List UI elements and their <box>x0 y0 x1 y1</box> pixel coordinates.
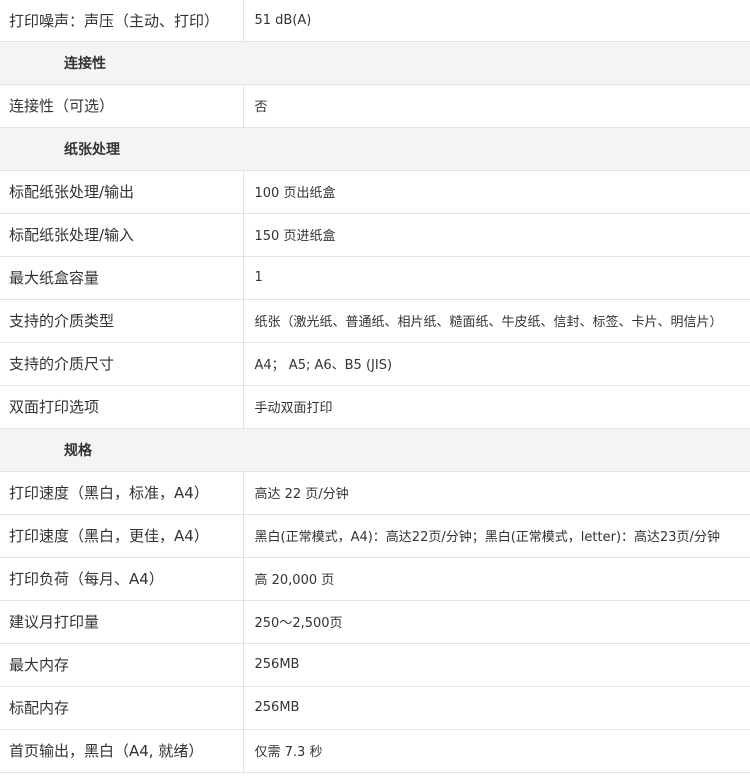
spec-value: 51 dB(A) <box>243 0 750 42</box>
spec-label: 最大内存 <box>0 643 244 687</box>
spec-label: 连接性（可选） <box>0 84 244 128</box>
spec-value: A4； A5; A6、B5 (JIS) <box>243 342 750 386</box>
table-row: 建议月打印量 250～2,500页 <box>0 600 750 644</box>
table-row: 标配内存 256MB <box>0 686 750 730</box>
section-header-connectivity: 连接性 <box>0 41 750 85</box>
section-header-paper-handling: 纸张处理 <box>0 127 750 171</box>
spec-value: 否 <box>243 84 750 128</box>
spec-value: 手动双面打印 <box>243 385 750 429</box>
table-row: 支持的介质尺寸 A4； A5; A6、B5 (JIS) <box>0 342 750 386</box>
table-row: 支持的介质类型 纸张（激光纸、普通纸、相片纸、糙面纸、牛皮纸、信封、标签、卡片、… <box>0 299 750 343</box>
table-row: 双面打印选项 手动双面打印 <box>0 385 750 429</box>
table-row: 标配纸张处理/输出 100 页出纸盒 <box>0 170 750 214</box>
spec-value: 1 <box>243 256 750 300</box>
spec-value: 256MB <box>243 686 750 730</box>
spec-label: 首页输出，黑白（A4, 就绪） <box>0 729 244 773</box>
table-row: 打印负荷（每月、A4） 高 20,000 页 <box>0 557 750 601</box>
table-row: 最大内存 256MB <box>0 643 750 687</box>
spec-table-body: 打印噪声：声压（主动、打印） 51 dB(A) 连接性 连接性（可选） 否 纸张… <box>0 0 750 773</box>
table-row: 打印噪声：声压（主动、打印） 51 dB(A) <box>0 0 750 42</box>
spec-label: 打印噪声：声压（主动、打印） <box>0 0 244 42</box>
spec-value: 纸张（激光纸、普通纸、相片纸、糙面纸、牛皮纸、信封、标签、卡片、明信片） <box>243 299 750 343</box>
spec-label: 双面打印选项 <box>0 385 244 429</box>
spec-value: 高达 22 页/分钟 <box>243 471 750 515</box>
spec-label: 打印速度（黑白，更佳，A4） <box>0 514 244 558</box>
table-row: 打印速度（黑白，标准，A4） 高达 22 页/分钟 <box>0 471 750 515</box>
table-row: 标配纸张处理/输入 150 页进纸盒 <box>0 213 750 257</box>
spec-table: 打印噪声：声压（主动、打印） 51 dB(A) 连接性 连接性（可选） 否 纸张… <box>0 0 750 773</box>
spec-label: 最大纸盒容量 <box>0 256 244 300</box>
spec-value: 仅需 7.3 秒 <box>243 729 750 773</box>
spec-label: 标配纸张处理/输出 <box>0 170 244 214</box>
spec-label: 标配纸张处理/输入 <box>0 213 244 257</box>
table-row: 打印速度（黑白，更佳，A4） 黑白(正常模式，A4)：高达22页/分钟；黑白(正… <box>0 514 750 558</box>
table-row: 最大纸盒容量 1 <box>0 256 750 300</box>
spec-value: 150 页进纸盒 <box>243 213 750 257</box>
table-row: 首页输出，黑白（A4, 就绪） 仅需 7.3 秒 <box>0 729 750 773</box>
spec-value: 100 页出纸盒 <box>243 170 750 214</box>
section-title: 纸张处理 <box>0 127 750 171</box>
spec-label: 标配内存 <box>0 686 244 730</box>
spec-value: 250～2,500页 <box>243 600 750 644</box>
section-title: 连接性 <box>0 41 750 85</box>
spec-label: 支持的介质尺寸 <box>0 342 244 386</box>
section-title: 规格 <box>0 428 750 472</box>
spec-label: 支持的介质类型 <box>0 299 244 343</box>
table-row: 连接性（可选） 否 <box>0 84 750 128</box>
spec-value: 256MB <box>243 643 750 687</box>
spec-value: 黑白(正常模式，A4)：高达22页/分钟；黑白(正常模式，letter)：高达2… <box>243 514 750 558</box>
spec-label: 建议月打印量 <box>0 600 244 644</box>
section-header-specifications: 规格 <box>0 428 750 472</box>
spec-label: 打印速度（黑白，标准，A4） <box>0 471 244 515</box>
spec-label: 打印负荷（每月、A4） <box>0 557 244 601</box>
spec-value: 高 20,000 页 <box>243 557 750 601</box>
